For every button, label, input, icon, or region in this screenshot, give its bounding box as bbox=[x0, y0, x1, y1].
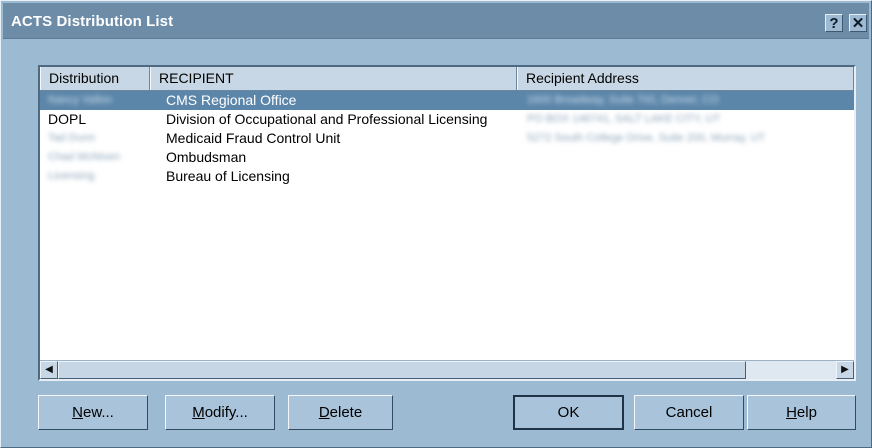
new-button-accel: N bbox=[72, 404, 83, 421]
cell-distribution: Chad McNiven bbox=[48, 151, 121, 163]
help-button[interactable]: Help bbox=[747, 395, 856, 430]
ok-button[interactable]: OK bbox=[513, 395, 624, 430]
table-row[interactable]: Tad Dunn Medicaid Fraud Control Unit 5272 … bbox=[40, 129, 854, 148]
scroll-left-button[interactable]: ◀ bbox=[40, 361, 58, 379]
cell-recipient-address: 5272 South College Drive, Suite 200, Mur… bbox=[527, 132, 766, 144]
column-header-recipient-address[interactable]: Recipient Address bbox=[517, 67, 854, 90]
scroll-right-button[interactable]: ▶ bbox=[836, 361, 854, 379]
table-row[interactable]: Nancy Vallon CMS Regional Office 1600 Broa… bbox=[40, 91, 854, 110]
cell-recipient-address: PO BOX 146741, SALT LAKE CITY, UT bbox=[527, 113, 721, 125]
horizontal-scrollbar[interactable]: ◀ ▶ bbox=[40, 360, 854, 379]
cell-recipient: Division of Occupational and Professiona… bbox=[166, 111, 488, 127]
distribution-list[interactable]: Distribution RECIPIENT Recipient Address… bbox=[38, 65, 856, 381]
cell-distribution: Licensing bbox=[48, 170, 95, 182]
cell-distribution: Tad Dunn bbox=[48, 132, 96, 144]
column-header-recipient[interactable]: RECIPIENT bbox=[150, 67, 517, 90]
delete-button[interactable]: Delete bbox=[288, 395, 393, 430]
acts-distribution-list-dialog: ACTS Distribution List ? ✕ Distribution … bbox=[0, 0, 872, 448]
cell-recipient: Bureau of Licensing bbox=[166, 168, 290, 184]
new-button[interactable]: New... bbox=[38, 395, 148, 430]
scroll-thumb[interactable] bbox=[58, 361, 746, 379]
cell-recipient: Medicaid Fraud Control Unit bbox=[166, 130, 341, 146]
help-button-accel: H bbox=[786, 404, 797, 421]
title-bar[interactable]: ACTS Distribution List ? ✕ bbox=[3, 3, 869, 39]
cell-distribution: Nancy Vallon bbox=[48, 94, 112, 106]
window-title: ACTS Distribution List bbox=[11, 13, 174, 30]
close-button[interactable]: ✕ bbox=[849, 14, 867, 32]
modify-button[interactable]: Modify... bbox=[165, 395, 275, 430]
cell-recipient-address: 1600 Broadway, Suite 700, Denver, CO bbox=[527, 94, 719, 106]
cell-distribution: DOPL bbox=[48, 111, 87, 127]
help-button-label: elp bbox=[796, 404, 817, 421]
list-header: Distribution RECIPIENT Recipient Address bbox=[40, 67, 854, 91]
modify-button-label: odify... bbox=[204, 404, 248, 421]
help-title-button[interactable]: ? bbox=[825, 14, 843, 32]
column-header-distribution[interactable]: Distribution bbox=[40, 67, 150, 90]
new-button-label: ew... bbox=[82, 404, 114, 421]
delete-button-accel: D bbox=[318, 404, 330, 421]
cell-recipient: CMS Regional Office bbox=[166, 92, 297, 108]
table-row[interactable]: Chad McNiven Ombudsman bbox=[40, 148, 854, 167]
cancel-button[interactable]: Cancel bbox=[634, 395, 744, 430]
cell-recipient: Ombudsman bbox=[166, 149, 247, 165]
delete-button-label: elete bbox=[329, 404, 363, 421]
table-row[interactable]: Licensing Bureau of Licensing bbox=[40, 167, 854, 186]
table-row[interactable]: DOPL Division of Occupational and Profess… bbox=[40, 110, 854, 129]
modify-button-accel: M bbox=[192, 404, 205, 421]
